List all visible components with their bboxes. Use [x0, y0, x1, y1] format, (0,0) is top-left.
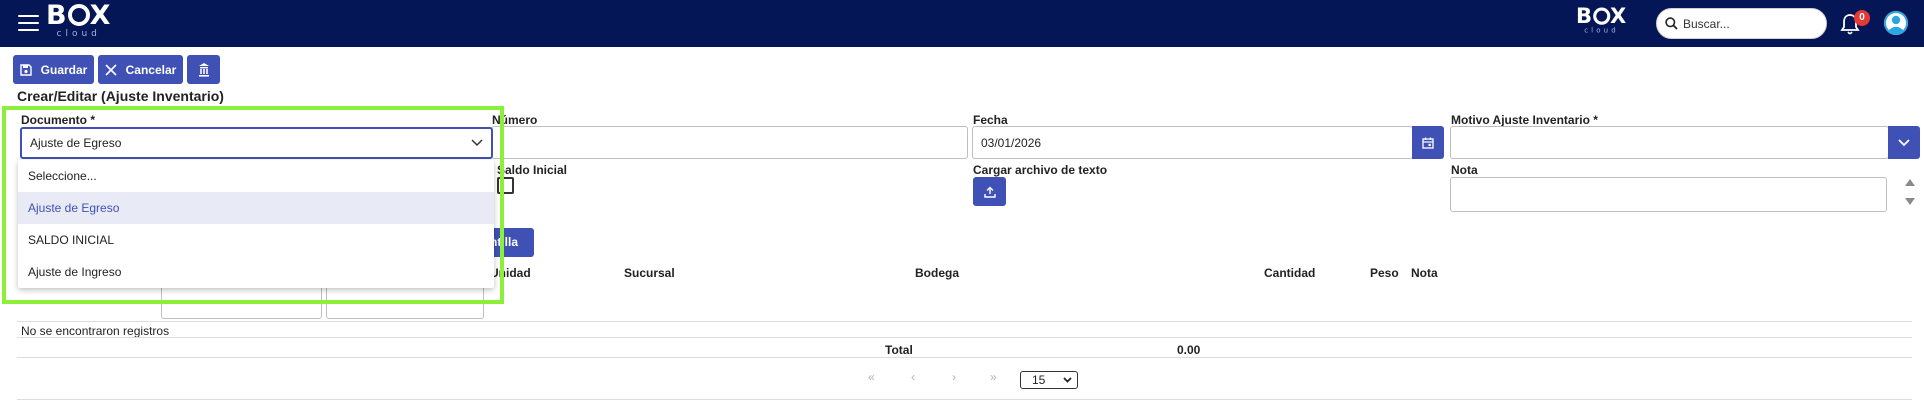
search-input[interactable] [1683, 15, 1821, 33]
upload-icon [983, 186, 996, 198]
motivo-dropdown-button[interactable] [1888, 126, 1920, 159]
dropdown-option-selected[interactable]: Ajuste de Egreso [18, 192, 494, 224]
divider [17, 321, 1912, 322]
motivo-label: Motivo Ajuste Inventario * [1451, 113, 1598, 127]
documento-label: Documento * [21, 113, 96, 127]
divider [17, 337, 1912, 338]
col-header-peso: Peso [1370, 266, 1399, 280]
scroll-arrows-icon[interactable] [1904, 176, 1916, 208]
page-size-select[interactable]: 15 [1020, 371, 1078, 389]
calendar-icon [1422, 137, 1434, 149]
save-button[interactable]: Guardar [13, 55, 94, 84]
save-icon [19, 63, 32, 76]
close-icon [105, 63, 117, 76]
saldo-inicial-label: Saldo Inicial [497, 163, 568, 177]
cargar-archivo-label: Cargar archivo de texto [973, 163, 1108, 177]
save-label: Guardar [40, 62, 88, 77]
total-label: Total [885, 343, 913, 357]
motivo-select[interactable] [1450, 126, 1889, 159]
dropdown-option[interactable]: Seleccione... [18, 160, 494, 192]
col-header-bodega: Bodega [915, 266, 960, 280]
documento-dropdown-list: Seleccione... Ajuste de Egreso SALDO INI… [18, 160, 494, 288]
empty-table-message: No se encontraron registros [21, 324, 170, 338]
fecha-label: Fecha [973, 113, 1008, 127]
divider [17, 399, 1912, 400]
nota-textarea[interactable] [1450, 177, 1887, 212]
pager-first-button[interactable]: « [868, 370, 875, 384]
fecha-input[interactable] [972, 126, 1413, 159]
search-icon [1665, 17, 1678, 30]
search-box[interactable] [1656, 8, 1827, 39]
col-header-sucursal: Sucursal [624, 266, 675, 280]
pager-prev-button[interactable]: ‹ [911, 370, 915, 384]
pager-next-button[interactable]: › [952, 370, 956, 384]
numero-label: Número [492, 113, 538, 127]
col-header-nota: Nota [1411, 266, 1438, 280]
documento-select[interactable]: Ajuste de Egreso [20, 127, 493, 159]
pager-last-button[interactable]: » [990, 370, 997, 384]
chevron-down-icon [471, 139, 483, 147]
top-navbar: BX cloud BX cloud 0 [0, 0, 1924, 47]
dropdown-option[interactable]: Ajuste de Ingreso [18, 256, 494, 288]
logo-right: BX cloud [1576, 4, 1628, 35]
saldo-inicial-checkbox[interactable] [497, 177, 514, 194]
col-header-cantidad: Cantidad [1264, 266, 1316, 280]
dropdown-option[interactable]: SALDO INICIAL [18, 224, 494, 256]
cancel-button[interactable]: Cancelar [98, 55, 183, 84]
col-header-unidad: Unidad [490, 266, 531, 280]
notification-badge: 0 [1854, 10, 1870, 26]
menu-icon[interactable] [18, 15, 39, 31]
numero-input[interactable] [491, 126, 968, 159]
logo[interactable]: BX cloud [46, 2, 111, 39]
building-icon [198, 62, 209, 77]
chevron-down-icon [1898, 138, 1910, 146]
total-value: 0.00 [1177, 343, 1201, 357]
page-title: Crear/Editar (Ajuste Inventario) [17, 88, 224, 104]
user-avatar-icon[interactable] [1884, 11, 1908, 35]
cancel-label: Cancelar [125, 62, 177, 77]
chevron-down-icon [1063, 377, 1072, 383]
calendar-button[interactable] [1412, 126, 1444, 159]
bank-button[interactable] [187, 55, 220, 84]
nota-label: Nota [1451, 163, 1478, 177]
divider [17, 357, 1912, 358]
upload-button[interactable] [973, 177, 1006, 206]
